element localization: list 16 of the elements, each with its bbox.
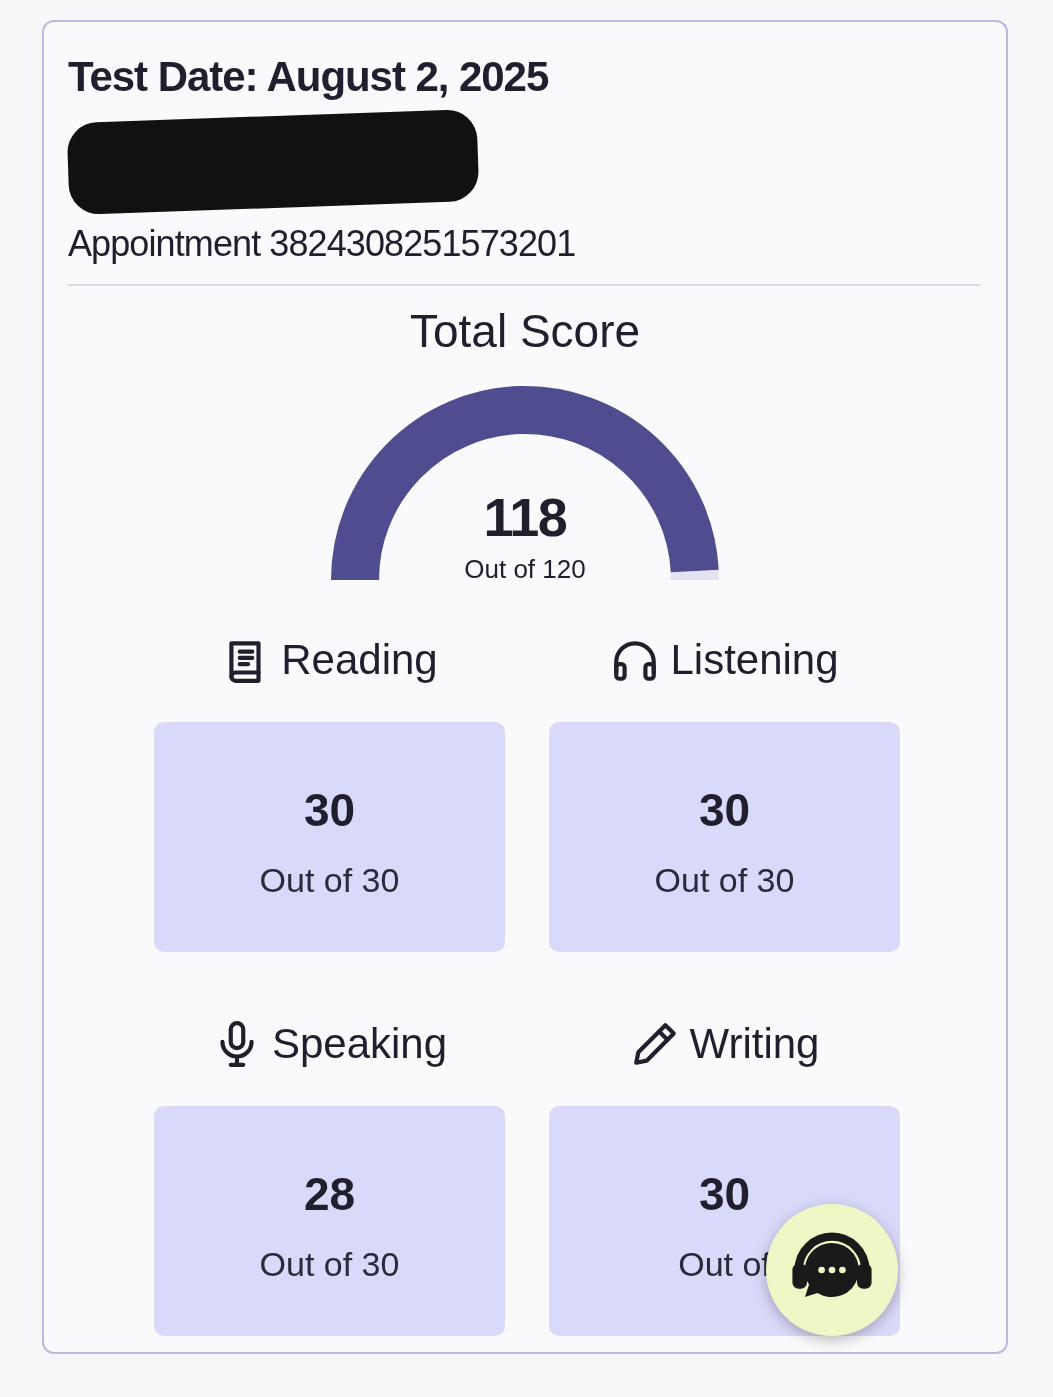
test-date-title: Test Date: August 2, 2025 xyxy=(68,56,550,98)
total-score-value: 118 xyxy=(483,490,567,544)
section-title: Writing xyxy=(689,1023,820,1065)
section-score: 28 xyxy=(303,1171,356,1217)
section-score: 30 xyxy=(698,787,751,833)
section-title: Listening xyxy=(670,639,839,681)
section-title: Speaking xyxy=(271,1023,448,1065)
section-score: 30 xyxy=(303,787,356,833)
section-max: Out of 30 xyxy=(654,863,795,897)
section-title: Reading xyxy=(281,639,438,681)
section-max: Out of 30 xyxy=(259,863,400,897)
appointment-number: Appointment 3824308251573201 xyxy=(68,226,577,262)
section-max: Out of 30 xyxy=(259,1247,400,1281)
section-score: 30 xyxy=(698,1171,751,1217)
total-score-title: Total Score xyxy=(409,308,641,354)
total-score-max: Out of 120 xyxy=(464,556,586,582)
